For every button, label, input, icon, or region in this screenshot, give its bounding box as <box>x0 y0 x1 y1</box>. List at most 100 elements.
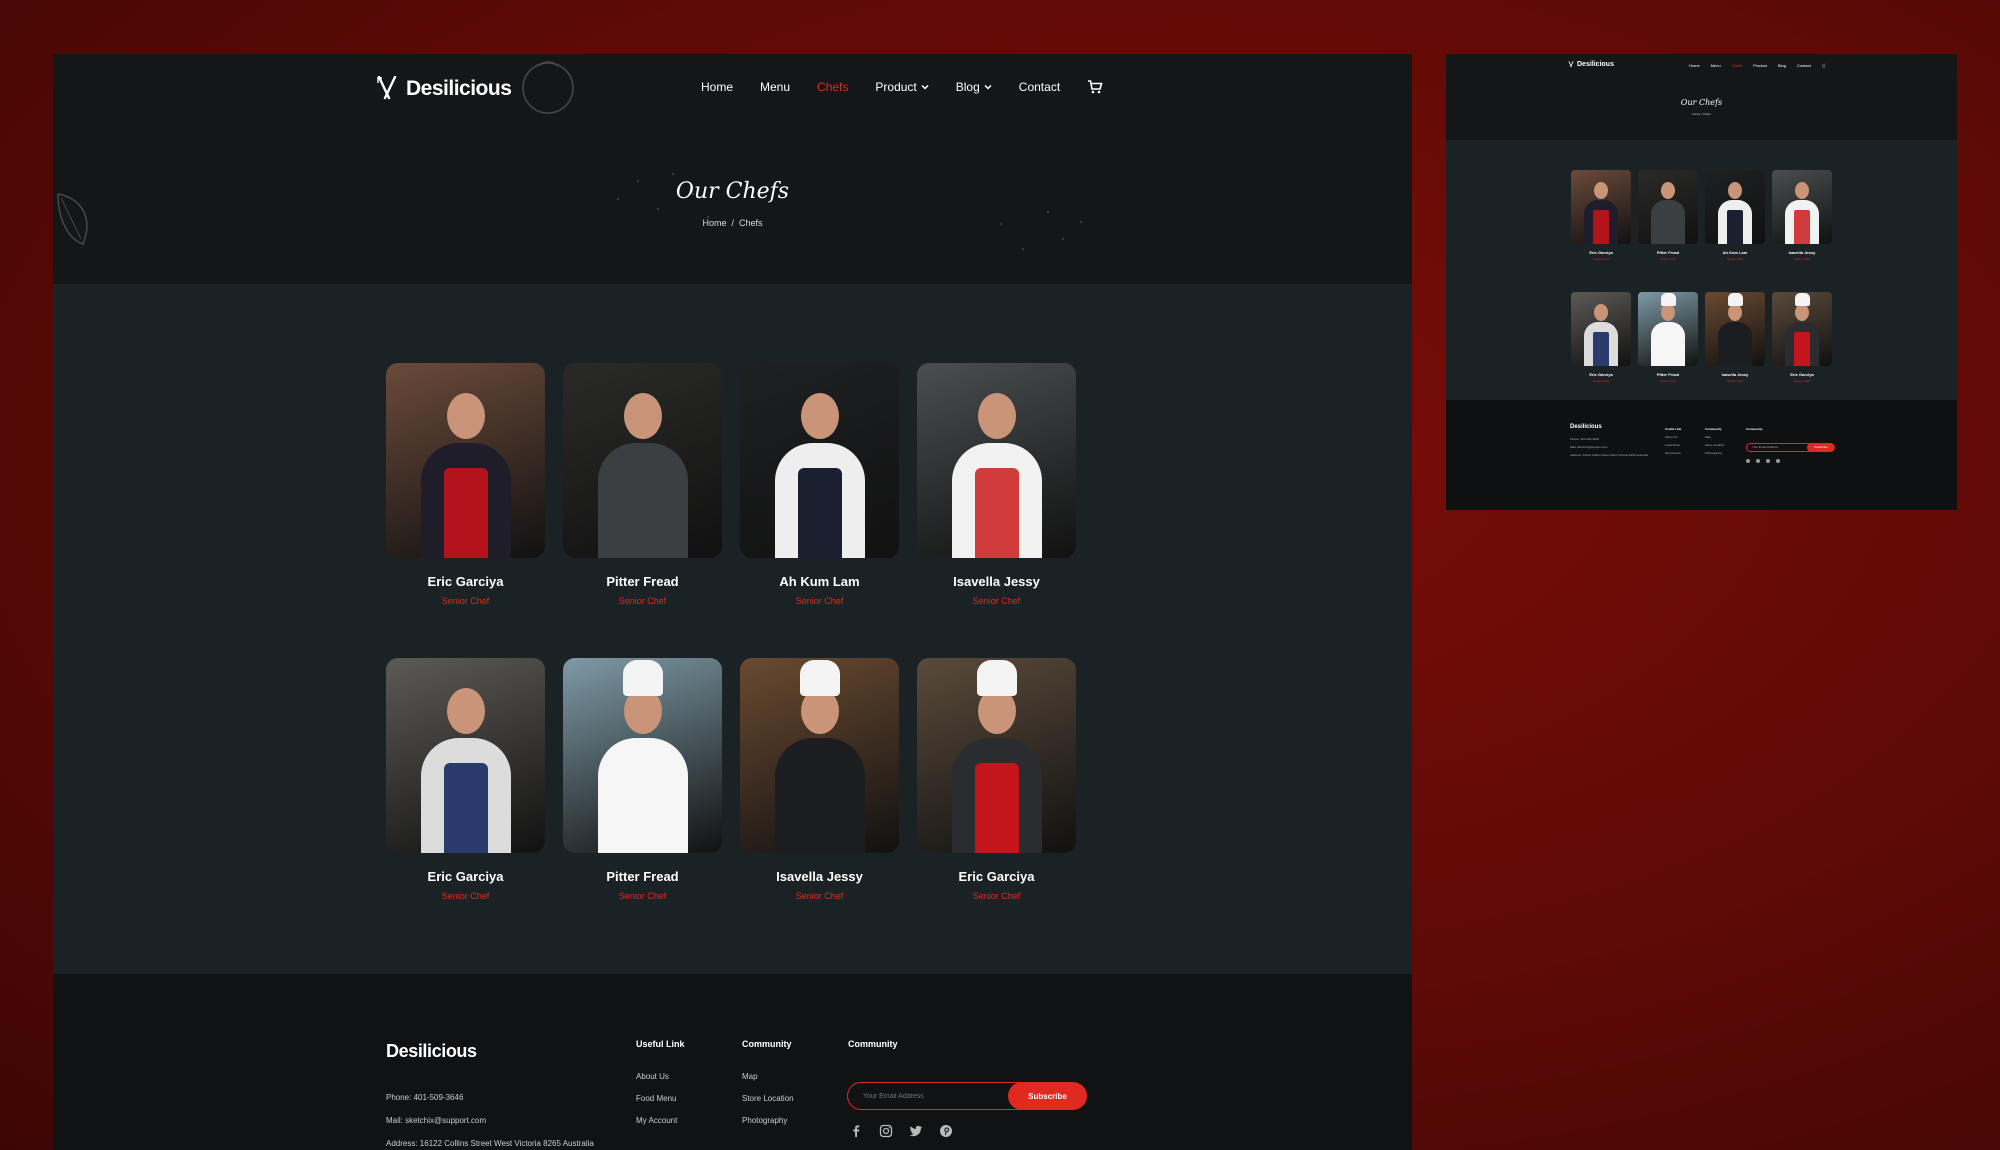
thumbnail-chef-name: Isavella Jessy <box>1721 372 1749 377</box>
nav-item-blog[interactable]: Blog <box>956 80 992 94</box>
thumbnail-chef-photo <box>1638 170 1698 244</box>
chef-hat-icon <box>1727 293 1743 306</box>
nav-item-chefs[interactable]: Chefs <box>817 80 848 94</box>
pinterest-icon <box>1776 459 1780 463</box>
chef-figure-apron <box>443 763 488 853</box>
chef-photo[interactable] <box>386 363 545 558</box>
chef-photo[interactable] <box>740 658 899 853</box>
chef-card[interactable]: Pitter Fread Senior Chef <box>563 363 722 606</box>
thumbnail-chef-photo <box>1772 292 1832 366</box>
thumbnail-newsletter-form: Your Email Address Subscribe <box>1746 443 1835 452</box>
footer-link-map[interactable]: Map <box>742 1072 794 1081</box>
footer-link-about-us[interactable]: About Us <box>636 1072 685 1081</box>
chef-card[interactable]: Eric Garciya Senior Chef <box>386 658 545 901</box>
thumbnail-footer-phone: Phone: 401-509-3646 <box>1570 437 1600 441</box>
breadcrumb: Home / Chefs <box>53 218 1412 228</box>
thumbnail-breadcrumb: Home / Chefs <box>1446 112 1957 116</box>
chef-card[interactable]: Isavella Jessy Senior Chef <box>740 658 899 901</box>
brand-name: Desilicious <box>406 77 512 100</box>
instagram-icon[interactable] <box>879 1124 893 1138</box>
thumbnail-chef-grid: Eric Garciya Senior Chef Pitter Fread Senio… <box>1571 170 1832 383</box>
chef-name[interactable]: Ah Kum Lam <box>740 574 899 589</box>
thumbnail-chef-photo <box>1571 170 1631 244</box>
brand-logo[interactable]: Desilicious <box>376 76 512 102</box>
pinterest-icon[interactable] <box>939 1124 953 1138</box>
chef-figure-head <box>1661 304 1675 321</box>
footer-link-food-menu[interactable]: Food Menu <box>636 1094 685 1103</box>
footer-logo[interactable]: Desilicious <box>386 1041 477 1062</box>
chef-card[interactable]: Pitter Fread Senior Chef <box>563 658 722 901</box>
chef-photo[interactable] <box>563 658 722 853</box>
thumbnail-page-title: Our Chefs <box>1680 98 1723 107</box>
breadcrumb-home-link[interactable]: Home <box>702 218 726 228</box>
thumbnail-chef-name: Eric Garciya <box>1589 372 1613 377</box>
chef-photo[interactable] <box>917 363 1076 558</box>
chef-name[interactable]: Pitter Fread <box>563 869 722 884</box>
nav-item-product[interactable]: Product <box>875 80 929 94</box>
thumbnail-chef-photo <box>1772 170 1832 244</box>
main-nav: Home Menu Chefs Product Blog Contact <box>701 80 1103 94</box>
footer-column-heading: Community <box>848 1039 898 1049</box>
chef-figure-head <box>1661 182 1675 199</box>
chef-card[interactable]: Eric Garciya Senior Chef <box>917 658 1076 901</box>
nav-item-menu[interactable]: Menu <box>760 80 790 94</box>
thumbnail-nav-item: Menu <box>1710 63 1721 68</box>
chef-card[interactable]: Ah Kum Lam Senior Chef <box>740 363 899 606</box>
chef-photo[interactable] <box>386 658 545 853</box>
cart-icon[interactable] <box>1087 80 1103 94</box>
chef-figure-apron <box>1660 332 1676 366</box>
thumbnail-chef-photo <box>1571 292 1631 366</box>
footer-column-heading: Useful Link <box>636 1039 685 1049</box>
chef-photo[interactable] <box>563 363 722 558</box>
chef-card[interactable]: Eric Garciya Senior Chef <box>386 363 545 606</box>
chef-figure-apron <box>620 763 665 853</box>
twitter-icon[interactable] <box>909 1124 923 1138</box>
nav-label: Chefs <box>817 80 849 94</box>
chef-name[interactable]: Eric Garciya <box>386 869 545 884</box>
chef-name[interactable]: Isavella Jessy <box>740 869 899 884</box>
footer-link-photography[interactable]: Photography <box>742 1116 794 1125</box>
chef-role: Senior Chef <box>441 891 490 901</box>
chef-name[interactable]: Pitter Fread <box>563 574 722 589</box>
thumbnail-footer-useful: Useful Link About Us Food Menu My Accoun… <box>1665 425 1681 457</box>
subscribe-button[interactable]: Subscribe <box>1008 1082 1087 1110</box>
thumbnail-chef-card: Isavella Jessy Senior Chef <box>1705 292 1765 383</box>
nav-item-contact[interactable]: Contact <box>1019 80 1060 94</box>
thumbnail-brand-name: Desilicious <box>1577 61 1614 68</box>
breadcrumb-current: Chefs <box>739 218 763 228</box>
chef-name[interactable]: Isavella Jessy <box>917 574 1076 589</box>
footer-link-my-account[interactable]: My Account <box>636 1116 685 1125</box>
chef-photo[interactable] <box>917 658 1076 853</box>
footer-mail: Mail: sketchix@support.com <box>386 1116 487 1125</box>
chef-role: Senior Chef <box>441 596 490 606</box>
chef-figure-apron <box>1727 332 1743 366</box>
chef-figure-head <box>1594 304 1608 321</box>
thumbnail-footer-link: Food Menu <box>1665 443 1681 447</box>
thumbnail-social-links <box>1746 459 1780 463</box>
chef-figure-head <box>1728 304 1742 321</box>
facebook-icon[interactable] <box>849 1124 863 1138</box>
thumbnail-footer-heading: Community <box>1705 427 1722 431</box>
footer-link-store-location[interactable]: Store Location <box>742 1094 794 1103</box>
chef-role: Senior Chef <box>618 596 667 606</box>
chef-figure-head <box>623 393 662 439</box>
thumbnail-chef-role: Senior Chef <box>1727 257 1743 261</box>
thumbnail-chef-card: Eric Garciya Senior Chef <box>1571 170 1631 261</box>
chef-figure-apron <box>797 468 842 558</box>
chef-photo[interactable] <box>740 363 899 558</box>
nav-label: Menu <box>760 80 791 94</box>
cart-icon: 🛒 <box>1821 63 1827 68</box>
chef-figure-apron <box>1727 210 1743 244</box>
nav-item-home[interactable]: Home <box>701 80 733 94</box>
thumbnail-nav-item: Product <box>1753 63 1767 68</box>
chef-figure-apron <box>620 468 665 558</box>
tomato-doodle-icon <box>522 61 574 114</box>
page-title: Our Chefs <box>675 179 790 204</box>
chef-card[interactable]: Isavella Jessy Senior Chef <box>917 363 1076 606</box>
chef-name[interactable]: Eric Garciya <box>917 869 1076 884</box>
thumbnail-chef-card: Pitter Fread Senior Chef <box>1638 292 1698 383</box>
footer-column-heading: Community <box>742 1039 792 1049</box>
full-page-thumbnail: Desilicious Home Menu Chefs Product Blog… <box>1446 54 1957 510</box>
thumbnail-footer-community: Community Map Store Location Photography <box>1705 425 1724 457</box>
chef-name[interactable]: Eric Garciya <box>386 574 545 589</box>
